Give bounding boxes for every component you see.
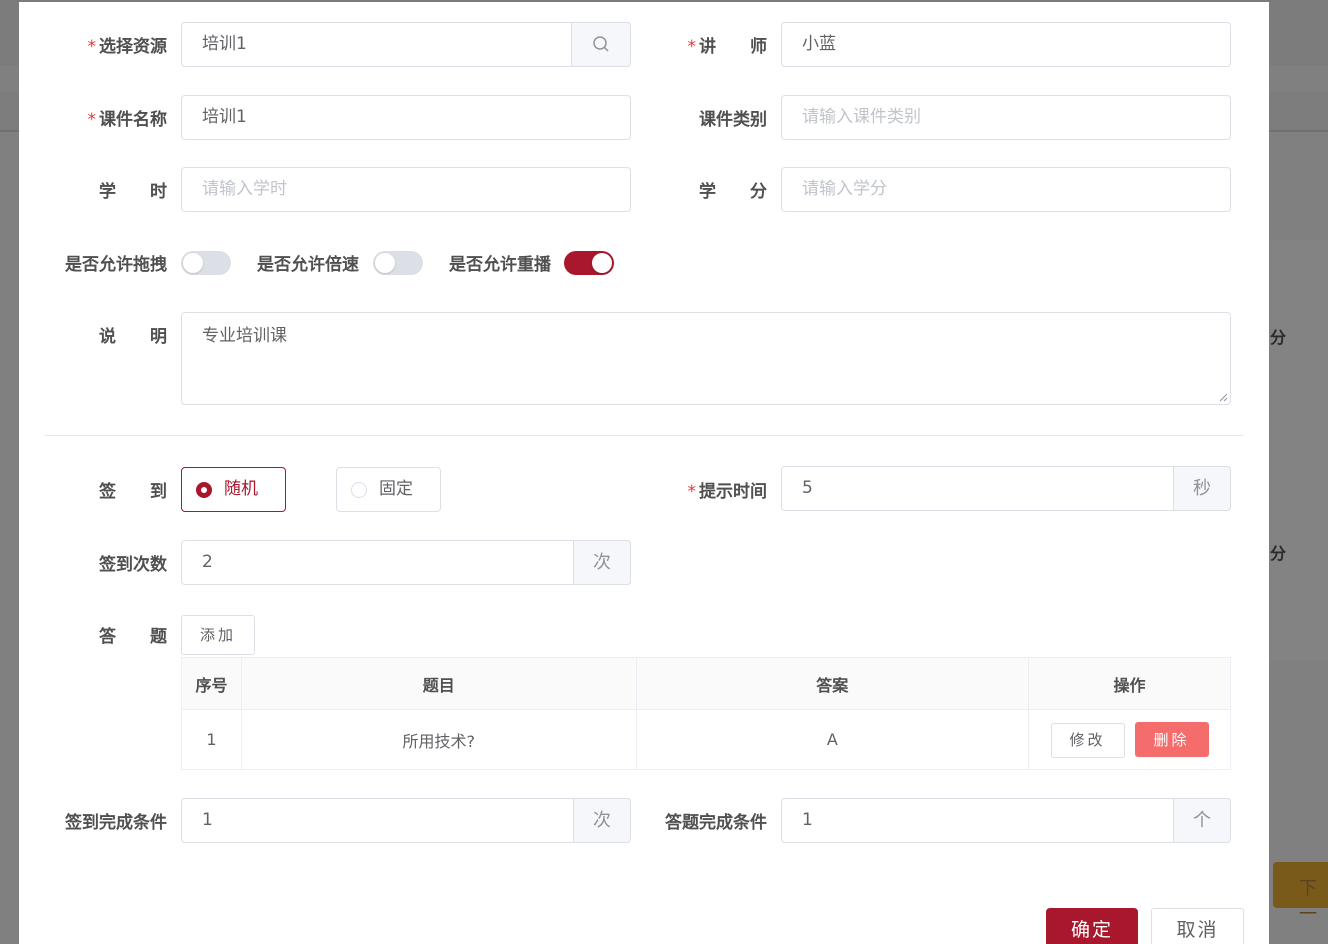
column-header: 序号	[181, 657, 242, 710]
resize-handle-icon[interactable]	[1218, 392, 1228, 402]
background-panel	[1270, 240, 1328, 660]
column-header: 题目	[240, 657, 637, 710]
column-header: 答案	[635, 657, 1030, 710]
row-actions: 修改 删除	[1028, 709, 1231, 770]
allow-drag-switch[interactable]	[181, 251, 231, 275]
sign-count-unit: 次	[573, 540, 631, 585]
course-name-input[interactable]: 培训1	[181, 95, 631, 140]
sign-count-input[interactable]: 2 次	[181, 540, 631, 585]
add-question-button[interactable]: 添加	[181, 615, 255, 655]
sign-count-label: 签到次数	[99, 555, 167, 575]
confirm-button[interactable]: 确定	[1046, 908, 1138, 944]
sign-complete-unit: 次	[573, 798, 631, 843]
course-type-input[interactable]: 请输入课件类别	[781, 95, 1231, 140]
teacher-label: * 讲 师	[687, 37, 768, 57]
hours-label: 学 时	[99, 182, 167, 202]
description-textarea[interactable]: 专业培训课	[181, 312, 1231, 405]
course-dialog: * 选择资源 培训1 * 讲 师 小蓝 * 课件名称 培训1 课件类别 请输入课件类别…	[19, 2, 1269, 944]
allow-drag-label: 是否允许拖拽	[65, 255, 167, 275]
section-divider	[44, 435, 1244, 436]
teacher-input[interactable]: 小蓝	[781, 22, 1231, 67]
sign-in-random-radio[interactable]: 随机	[181, 467, 286, 512]
switch-knob	[375, 253, 395, 273]
course-name-label: * 课件名称	[87, 110, 168, 130]
questions-label: 答 题	[99, 627, 167, 647]
allow-speed-label: 是否允许倍速	[257, 255, 359, 275]
sign-in-fixed-radio[interactable]: 固定	[336, 467, 441, 512]
search-button[interactable]	[571, 22, 631, 67]
radio-dot	[351, 482, 367, 498]
background-next-button: 下一	[1273, 862, 1328, 925]
resource-label: * 选择资源	[87, 37, 168, 57]
questions-table: 序号 题目 答案 操作 1 所用技术? A 修改 删除	[181, 657, 1231, 770]
sign-in-label: 签 到	[99, 482, 167, 502]
radio-dot	[196, 482, 212, 498]
hours-input[interactable]: 请输入学时	[181, 167, 631, 212]
prompt-time-input[interactable]: 5 秒	[781, 466, 1231, 511]
prompt-time-unit: 秒	[1173, 466, 1231, 511]
switch-knob	[592, 253, 612, 273]
resource-input[interactable]: 培训1	[181, 22, 631, 67]
row-answer: A	[635, 709, 1030, 770]
background-label: 分	[1270, 544, 1287, 563]
credits-label: 学 分	[699, 182, 767, 202]
row-question: 所用技术?	[240, 709, 637, 770]
answer-complete-unit: 个	[1173, 798, 1231, 843]
switch-knob	[183, 253, 203, 273]
prompt-time-label: * 提示时间	[687, 482, 768, 502]
search-icon	[593, 36, 609, 52]
table-row: 1 所用技术? A 修改 删除	[181, 709, 1231, 770]
allow-replay-switch[interactable]	[564, 251, 614, 275]
row-index: 1	[181, 709, 242, 770]
edit-button[interactable]: 修改	[1050, 722, 1125, 758]
description-label: 说 明	[99, 327, 167, 347]
answer-complete-input[interactable]: 1 个	[781, 798, 1231, 843]
sign-complete-label: 签到完成条件	[65, 813, 167, 833]
sign-complete-input[interactable]: 1 次	[181, 798, 631, 843]
cancel-button[interactable]: 取消	[1151, 908, 1244, 944]
allow-replay-label: 是否允许重播	[449, 255, 551, 275]
answer-complete-label: 答题完成条件	[665, 813, 767, 833]
delete-button[interactable]: 删除	[1134, 721, 1209, 757]
allow-speed-switch[interactable]	[373, 251, 423, 275]
column-header: 操作	[1028, 657, 1231, 710]
credits-input[interactable]: 请输入学分	[781, 167, 1231, 212]
background-label: 分	[1270, 328, 1287, 347]
course-type-label: 课件类别	[699, 110, 767, 130]
